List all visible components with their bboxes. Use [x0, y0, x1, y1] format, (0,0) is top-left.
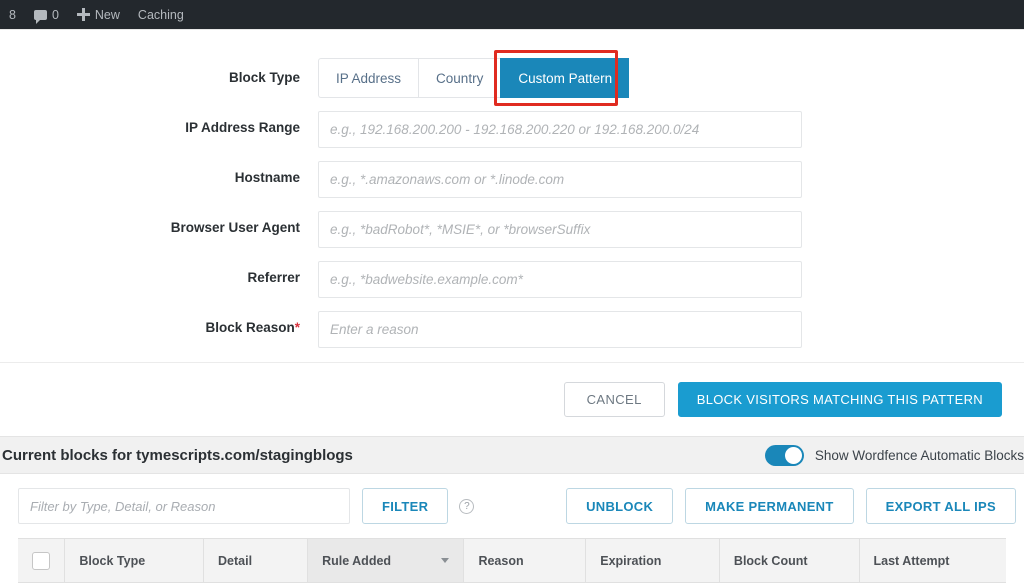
form-row-user-agent: Browser User Agent: [0, 211, 1024, 248]
unblock-button[interactable]: UNBLOCK: [566, 488, 674, 524]
block-type-tabs: IP Address Country Custom Pattern: [318, 50, 1024, 106]
block-form: Block Type IP Address Country Custom Pat…: [0, 30, 1024, 363]
column-header-reason[interactable]: Reason: [464, 539, 587, 582]
current-blocks-header: Current blocks for tymescripts.com/stagi…: [0, 436, 1024, 474]
tab-ip-address[interactable]: IP Address: [318, 58, 419, 98]
form-actions: CANCEL BLOCK VISITORS MATCHING THIS PATT…: [0, 363, 1024, 436]
adminbar-comments[interactable]: 0: [25, 0, 68, 29]
bulk-actions: UNBLOCK MAKE PERMANENT EXPORT ALL IPS: [566, 488, 1024, 524]
adminbar-updates[interactable]: 8: [0, 0, 25, 29]
updates-count: 8: [9, 7, 16, 22]
column-header-expiration[interactable]: Expiration: [586, 539, 720, 582]
form-row-referrer: Referrer: [0, 261, 1024, 298]
cancel-button[interactable]: CANCEL: [563, 382, 665, 417]
comment-bubble-icon: [33, 9, 47, 24]
block-reason-label-text: Block Reason: [205, 320, 295, 335]
form-row-ip-range: IP Address Range: [0, 111, 1024, 148]
export-all-ips-button[interactable]: EXPORT ALL IPS: [865, 488, 1016, 524]
wp-admin-bar: 8 0 New Caching: [0, 0, 1024, 29]
show-automatic-blocks-toggle[interactable]: [764, 444, 804, 466]
tab-country[interactable]: Country: [418, 58, 501, 98]
show-automatic-blocks-label: Show Wordfence Automatic Blocks: [814, 447, 1024, 463]
column-header-block-type[interactable]: Block Type: [65, 539, 205, 582]
adminbar-caching[interactable]: Caching: [129, 0, 193, 29]
form-row-hostname: Hostname: [0, 161, 1024, 198]
block-reason-input[interactable]: [318, 311, 802, 348]
column-header-block-count[interactable]: Block Count: [720, 539, 860, 582]
toggle-knob: [784, 446, 802, 464]
adminbar-new[interactable]: New: [68, 0, 129, 29]
question-circle-icon[interactable]: ?: [459, 498, 475, 514]
filter-input[interactable]: [18, 488, 350, 524]
automatic-blocks-toggle-wrap: Show Wordfence Automatic Blocks: [764, 444, 1024, 466]
comments-count: 0: [51, 7, 59, 22]
plus-icon: [76, 8, 90, 21]
filter-bar: FILTER ? UNBLOCK MAKE PERMANENT EXPORT A…: [0, 474, 1024, 538]
make-permanent-button[interactable]: MAKE PERMANENT: [685, 488, 854, 524]
browser-user-agent-input[interactable]: [318, 211, 802, 248]
column-header-rule-added-label: Rule Added: [322, 553, 392, 568]
select-all-cell[interactable]: [18, 539, 66, 582]
block-type-label: Block Type: [228, 70, 300, 85]
column-header-last-attempt[interactable]: Last Attempt: [860, 539, 1006, 582]
block-visitors-button[interactable]: BLOCK VISITORS MATCHING THIS PATTERN: [677, 382, 1002, 417]
user-agent-label: Browser User Agent: [170, 220, 300, 235]
tab-custom-pattern[interactable]: Custom Pattern: [500, 58, 630, 98]
hostname-label: Hostname: [234, 170, 300, 185]
filter-button[interactable]: FILTER: [362, 488, 449, 524]
ip-range-label: IP Address Range: [185, 120, 300, 135]
referrer-label: Referrer: [247, 270, 300, 285]
ip-range-input[interactable]: [318, 111, 802, 148]
select-all-checkbox[interactable]: [32, 551, 51, 570]
adminbar-new-label: New: [94, 7, 120, 22]
hostname-input[interactable]: [318, 161, 802, 198]
current-blocks-title: Current blocks for tymescripts.com/stagi…: [2, 446, 353, 464]
block-reason-label: Block Reason*: [0, 311, 318, 345]
referrer-input[interactable]: [318, 261, 802, 298]
form-row-block-reason: Block Reason*: [0, 311, 1024, 348]
column-header-rule-added[interactable]: Rule Added: [308, 539, 465, 582]
column-header-detail[interactable]: Detail: [204, 539, 309, 582]
blocks-table-header: Block Type Detail Rule Added Reason Expi…: [18, 538, 1006, 583]
required-marker: *: [294, 320, 300, 335]
adminbar-caching-label: Caching: [137, 7, 184, 22]
form-row-block-type: Block Type IP Address Country Custom Pat…: [0, 50, 1024, 106]
chevron-down-icon: [441, 558, 450, 563]
